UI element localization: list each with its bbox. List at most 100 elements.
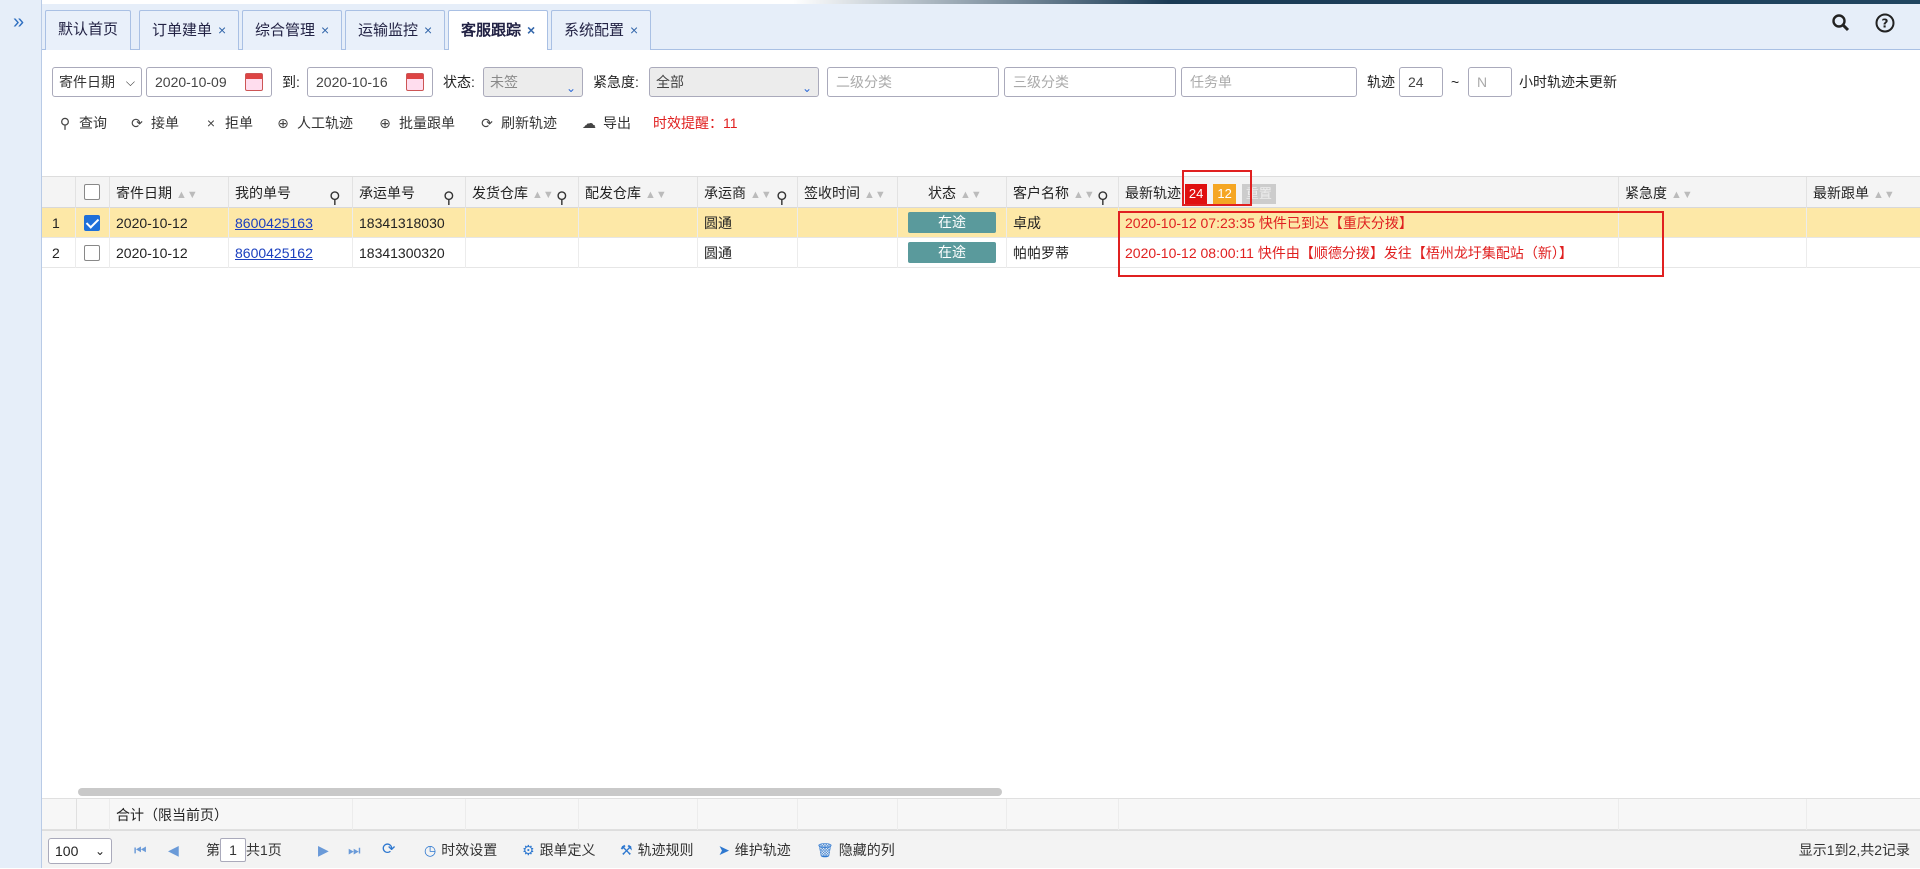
totals-spacer [76, 799, 110, 831]
header-carrier[interactable]: 承运商 ▲▼ ⚲ [698, 177, 798, 209]
svg-text:?: ? [1882, 17, 1889, 31]
header-customer[interactable]: 客户名称 ▲▼ ⚲ [1007, 177, 1119, 209]
select-all-checkbox[interactable] [84, 184, 100, 200]
status-select[interactable]: 未签 ⌄ [483, 67, 583, 97]
track-n-input[interactable]: N [1468, 67, 1512, 97]
refresh-icon[interactable]: ⟳ [382, 831, 395, 869]
tab-system-config[interactable]: 系统配置 × [551, 10, 652, 50]
track-hours-input[interactable]: 24 [1399, 67, 1443, 97]
select-all-cell [76, 177, 110, 209]
sort-icon[interactable]: ▲▼ [750, 189, 772, 201]
sort-icon[interactable]: ▲▼ [532, 189, 554, 201]
chevron-down-icon: ⌄ [565, 81, 576, 95]
header-label: 我的单号 [235, 185, 291, 201]
header-my-no[interactable]: 我的单号 ⚲ [229, 177, 353, 209]
sort-icon[interactable]: ▲▼ [1671, 189, 1693, 201]
time-setting-label: 时效设置 [441, 842, 498, 858]
sort-icon[interactable]: ▲▼ [960, 189, 982, 201]
accept-button[interactable]: ⟳ 接单 [129, 112, 179, 134]
sort-icon[interactable]: ▲▼ [176, 189, 198, 201]
date-from-input[interactable]: 2020-10-09 [146, 67, 272, 97]
header-label: 寄件日期 [116, 185, 172, 201]
maintain-track-button[interactable]: ➤ 维护轨迹 [718, 831, 791, 869]
row-select-cell [76, 238, 110, 268]
tab-order-create[interactable]: 订单建单 × [139, 10, 240, 50]
left-collapse-bar[interactable]: » [0, 0, 42, 868]
reject-button[interactable]: × 拒单 [203, 112, 253, 134]
prev-page-icon[interactable]: ◀ [168, 831, 179, 869]
header-dist-warehouse[interactable]: 配发仓库 ▲▼ [579, 177, 698, 209]
order-link[interactable]: 8600425162 [235, 245, 313, 261]
query-button[interactable]: ⚲ 查询 [57, 112, 107, 134]
tab-general-mgmt[interactable]: 综合管理 × [242, 10, 343, 50]
urgency-label: 紧急度: [593, 74, 639, 90]
date-type-value: 寄件日期 [59, 74, 115, 90]
header-send-date[interactable]: 寄件日期 ▲▼ [110, 177, 229, 209]
expand-icon[interactable]: » [13, 12, 24, 32]
sort-icon[interactable]: ▲▼ [864, 189, 886, 201]
maintain-track-label: 维护轨迹 [734, 842, 791, 858]
header-ship-warehouse[interactable]: 发货仓库 ▲▼ ⚲ [466, 177, 579, 209]
manual-track-button[interactable]: ⊕ 人工轨迹 [275, 112, 353, 134]
last-page-icon[interactable]: ⏭ [348, 831, 361, 869]
refresh-track-button[interactable]: ⟳ 刷新轨迹 [479, 112, 557, 134]
row-checkbox[interactable] [84, 245, 100, 261]
track-rules-button[interactable]: ⚒ 轨迹规则 [620, 831, 694, 869]
page-size-select[interactable]: 100 ⌄ [48, 838, 112, 864]
horizontal-scrollbar[interactable] [78, 788, 1002, 796]
header-label: 最新跟单 [1813, 185, 1869, 201]
first-page-icon[interactable]: ⏮ [134, 831, 147, 869]
calendar-icon[interactable] [406, 73, 424, 91]
header-sign-time[interactable]: 签收时间 ▲▼ [798, 177, 898, 209]
batch-follow-button[interactable]: ⊕ 批量跟单 [377, 112, 455, 134]
refresh-icon: ⟳ [481, 115, 493, 131]
sort-icon[interactable]: ▲▼ [1873, 189, 1895, 201]
calendar-icon[interactable] [245, 73, 263, 91]
date-type-select[interactable]: 寄件日期 ⌵ [52, 67, 142, 97]
timeliness-alert-link[interactable]: 时效提醒：11 [653, 112, 738, 134]
totals-cell [579, 799, 698, 831]
urgency-select[interactable]: 全部 ⌄ [649, 67, 819, 97]
search-icon[interactable] [1830, 12, 1852, 48]
sort-icon[interactable]: ▲▼ [645, 189, 667, 201]
help-icon[interactable]: ? [1874, 12, 1896, 48]
page-number-input[interactable]: 1 [220, 838, 246, 862]
next-page-icon[interactable]: ▶ [318, 831, 329, 869]
close-icon[interactable]: × [424, 22, 432, 38]
timeliness-alert-label: 时效提醒：11 [653, 115, 738, 131]
close-icon[interactable]: × [218, 22, 226, 38]
level3-category-input[interactable]: 三级分类 [1004, 67, 1176, 97]
page-size-value: 100 [55, 843, 79, 859]
close-icon[interactable]: × [321, 22, 329, 38]
carrier-no-cell: 18341318030 [353, 208, 466, 238]
chevron-down-icon: ⌄ [94, 844, 105, 858]
export-button[interactable]: ☁ 导出 [581, 112, 631, 134]
date-to-input[interactable]: 2020-10-16 [307, 67, 433, 97]
dist-warehouse-cell [579, 208, 698, 238]
header-status[interactable]: 状态 ▲▼ [898, 177, 1007, 209]
level2-category-input[interactable]: 二级分类 [827, 67, 999, 97]
header-urgency[interactable]: 紧急度 ▲▼ [1619, 177, 1807, 209]
hidden-cols-label: 隐藏的列 [838, 842, 895, 858]
sort-icon[interactable]: ▲▼ [1073, 189, 1095, 201]
close-icon[interactable]: × [527, 22, 535, 38]
order-link[interactable]: 8600425163 [235, 215, 313, 231]
totals-cell [698, 799, 798, 831]
time-setting-button[interactable]: ◷ 时效设置 [424, 831, 497, 869]
header-latest-follow[interactable]: 最新跟单 ▲▼ [1807, 177, 1920, 209]
task-input[interactable]: 任务单 [1181, 67, 1357, 97]
latest-follow-cell [1807, 208, 1920, 238]
close-icon[interactable]: × [630, 22, 638, 38]
follow-def-button[interactable]: ⚙ 跟单定义 [522, 831, 596, 869]
tab-home[interactable]: 默认首页 [45, 10, 132, 50]
record-summary: 显示1到2,共2记录 [1798, 842, 1910, 858]
row-checkbox[interactable] [84, 215, 100, 231]
tab-transport-monitor[interactable]: 运输监控 × [345, 10, 446, 50]
header-label: 最新轨迹 [1125, 185, 1181, 201]
totals-cell [898, 799, 1007, 831]
hidden-cols-button[interactable]: 🗑 隐藏的列 [816, 831, 895, 869]
query-label: 查询 [79, 115, 107, 131]
tab-customer-service[interactable]: 客服跟踪 × [448, 10, 549, 51]
page-indicator: 第 1 共1页 [206, 831, 282, 869]
header-carrier-no[interactable]: 承运单号 ⚲ [353, 177, 466, 209]
